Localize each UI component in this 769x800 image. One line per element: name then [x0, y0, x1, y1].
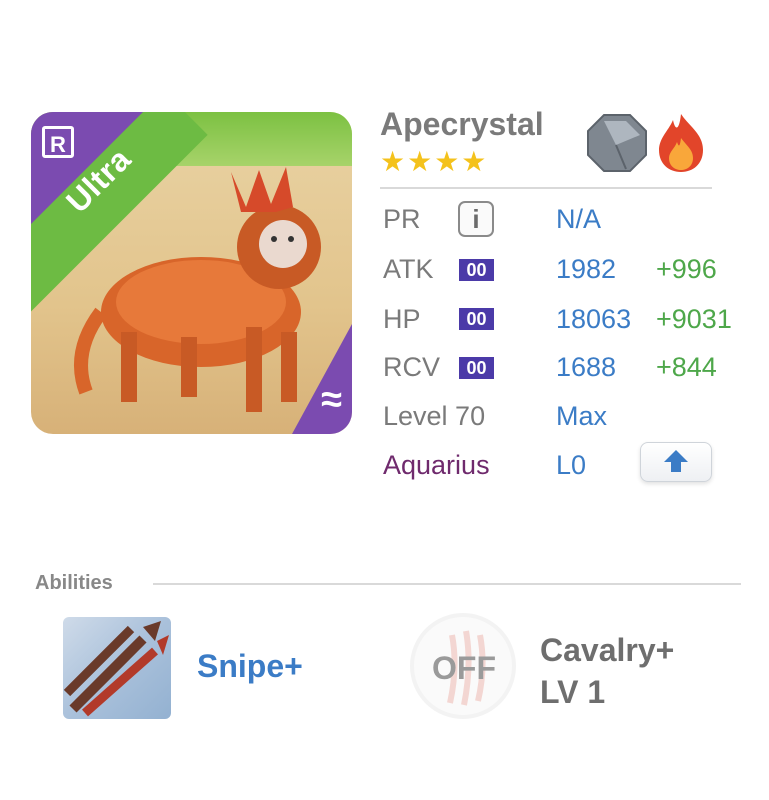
header-divider	[380, 187, 712, 189]
rcv-label: RCV	[383, 352, 441, 382]
hp-bonus: +9031	[656, 304, 732, 334]
fire-icon	[659, 114, 703, 172]
stone-octagon-icon	[587, 114, 647, 172]
r-badge-icon: R	[42, 126, 74, 158]
atk-plus-box[interactable]: 00	[459, 259, 494, 281]
level-value: Max	[556, 401, 608, 431]
abilities-divider	[153, 583, 741, 585]
unit-name: Apecrystal	[380, 106, 544, 142]
star-rating: ★★★★	[380, 146, 489, 177]
atk-value: 1982	[556, 254, 617, 284]
atk-bonus: +996	[656, 254, 717, 284]
level-label: Level 70	[383, 401, 486, 431]
rcv-value: 1688	[556, 352, 617, 382]
skill-name[interactable]: Snipe+	[197, 648, 303, 685]
rcv-bonus: +844	[656, 352, 717, 382]
passive-name: Cavalry+	[540, 632, 675, 668]
passive-state: OFF	[432, 650, 496, 686]
hp-value: 18063	[556, 304, 632, 334]
rcv-plus-box[interactable]: 00	[459, 357, 494, 379]
skill-icon[interactable]	[63, 617, 171, 719]
hp-label: HP	[383, 304, 421, 334]
hp-plus-box[interactable]: 00	[459, 308, 494, 330]
arrow-up-icon	[664, 450, 688, 474]
pr-label: PR	[383, 204, 421, 234]
zodiac-label: Aquarius	[383, 450, 490, 480]
atk-label: ATK	[383, 254, 434, 284]
passive-level: LV 1	[540, 674, 606, 710]
zodiac-level: L0	[556, 450, 587, 480]
abilities-title: Abilities	[35, 572, 113, 594]
level-up-button[interactable]	[640, 442, 712, 482]
wave-icon: ≈	[321, 379, 342, 421]
pr-value: N/A	[556, 204, 602, 234]
arrows-icon	[63, 621, 169, 717]
unit-portrait[interactable]: R Ultra ≈	[31, 112, 352, 434]
info-icon[interactable]: i	[458, 201, 494, 237]
